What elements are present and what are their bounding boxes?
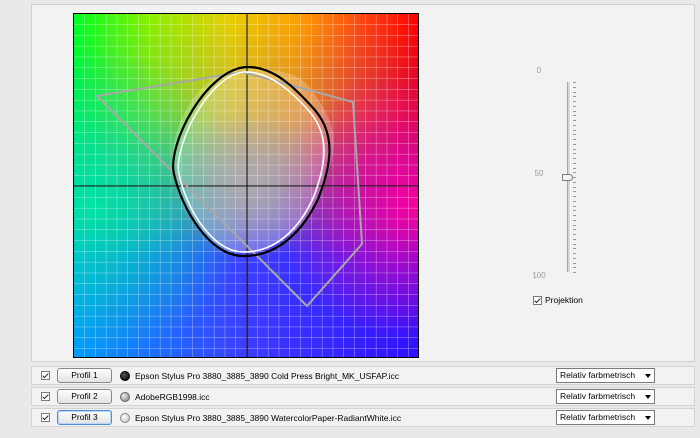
slider-tick xyxy=(573,229,576,231)
slider-label-50: 50 xyxy=(534,169,544,178)
chevron-down-icon xyxy=(645,416,651,420)
slider-label-100: 100 xyxy=(532,271,546,280)
profile-2-swatch-icon xyxy=(120,392,130,402)
slider-tick xyxy=(573,234,576,235)
profile-2-button[interactable]: Profil 2 xyxy=(57,389,112,404)
projection-option[interactable]: Projektion xyxy=(533,295,583,305)
slider-tick xyxy=(573,248,576,250)
slider-tick xyxy=(573,153,576,155)
profile-1-swatch-icon xyxy=(120,371,130,381)
slider-tick xyxy=(573,191,576,193)
slider-tick xyxy=(573,177,576,178)
slider-tick xyxy=(573,139,576,140)
slider-tick xyxy=(573,82,576,83)
slider-tick xyxy=(573,162,576,164)
slider-ticks xyxy=(573,82,577,273)
slider-tick xyxy=(573,101,576,102)
profile-3-intent-select[interactable]: Relativ farbmetrisch xyxy=(556,410,655,425)
slider-tick xyxy=(573,196,576,197)
profile-3-swatch-icon xyxy=(120,413,130,423)
slider-tick xyxy=(573,143,576,145)
profile-row-3: Profil 3 Epson Stylus Pro 3880_3885_3890… xyxy=(31,408,695,427)
slider-tick xyxy=(573,205,576,207)
profile-2-intent-select[interactable]: Relativ farbmetrisch xyxy=(556,389,655,404)
profile-1-checkbox[interactable] xyxy=(41,371,50,380)
chevron-down-icon xyxy=(645,395,651,399)
slider-tick xyxy=(573,262,576,264)
slider-tick xyxy=(573,134,576,136)
slider-tick xyxy=(573,224,576,226)
profile-row-1: Profil 1 Epson Stylus Pro 3880_3885_3890… xyxy=(31,366,695,385)
slider-tick xyxy=(573,110,576,112)
projection-slider[interactable]: 0 50 100 xyxy=(530,62,590,282)
slider-tick xyxy=(573,124,576,126)
projection-checkbox[interactable] xyxy=(533,295,542,305)
slider-tick xyxy=(573,215,576,216)
slider-tick xyxy=(573,120,576,121)
profile-2-checkbox[interactable] xyxy=(41,392,50,401)
slider-tick xyxy=(573,219,576,221)
profile-1-button[interactable]: Profil 1 xyxy=(57,368,112,383)
profile-3-button[interactable]: Profil 3 xyxy=(57,410,112,425)
slider-tick xyxy=(573,91,576,93)
slider-tick xyxy=(573,172,576,174)
slider-thumb[interactable] xyxy=(562,174,573,181)
gamut-view[interactable] xyxy=(73,13,419,358)
profile-3-filename: Epson Stylus Pro 3880_3885_3890 Watercol… xyxy=(135,413,402,423)
slider-tick xyxy=(573,257,576,259)
slider-tick xyxy=(573,148,576,150)
slider-tick xyxy=(573,238,576,240)
slider-tick xyxy=(573,129,576,131)
profile-2-intent-value: Relativ farbmetrisch xyxy=(560,391,636,401)
profile-2-filename: AdobeRGB1998.icc xyxy=(135,392,210,402)
slider-tick xyxy=(573,200,576,202)
slider-tick xyxy=(573,96,576,98)
slider-tick xyxy=(573,167,576,169)
slider-tick xyxy=(573,210,576,212)
slider-tick xyxy=(573,186,576,188)
slider-tick xyxy=(573,158,576,159)
slider-tick xyxy=(573,243,576,245)
slider-tick xyxy=(573,86,576,88)
slider-tick xyxy=(573,105,576,107)
profile-1-intent-select[interactable]: Relativ farbmetrisch xyxy=(556,368,655,383)
slider-tick xyxy=(573,181,576,183)
profile-1-filename: Epson Stylus Pro 3880_3885_3890 Cold Pre… xyxy=(135,371,399,381)
profile-row-2: Profil 2 AdobeRGB1998.icc Relativ farbme… xyxy=(31,387,695,406)
slider-tick xyxy=(573,253,576,254)
chevron-down-icon xyxy=(645,374,651,378)
profile-1-intent-value: Relativ farbmetrisch xyxy=(560,370,636,380)
slider-tick xyxy=(573,267,576,269)
slider-tick xyxy=(573,115,576,117)
profile-3-checkbox[interactable] xyxy=(41,413,50,422)
profile-3-intent-value: Relativ farbmetrisch xyxy=(560,412,636,422)
projection-label: Projektion xyxy=(545,295,583,305)
slider-label-0: 0 xyxy=(536,66,542,75)
slider-tick xyxy=(573,272,576,273)
